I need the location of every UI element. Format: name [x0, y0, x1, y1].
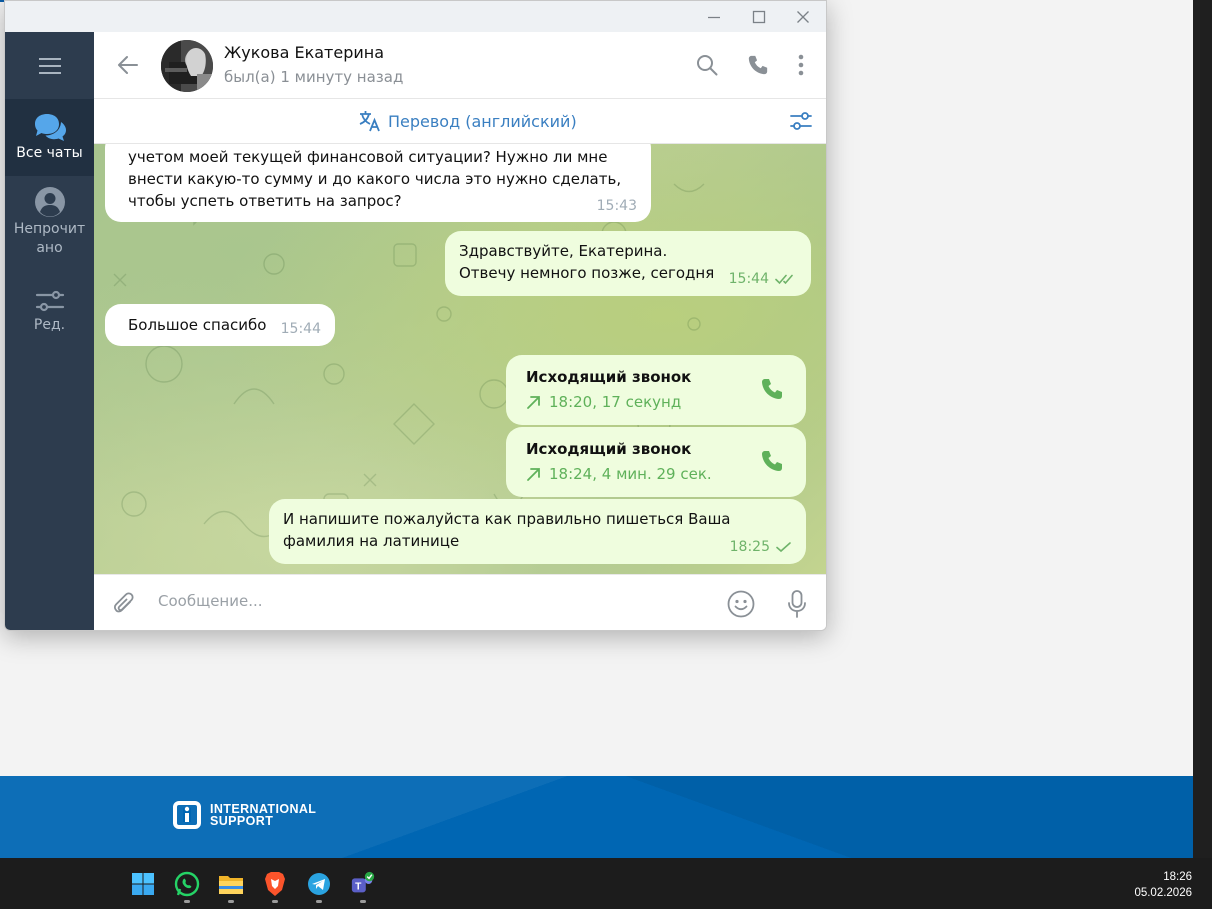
search-icon[interactable] [694, 52, 720, 78]
message-text: Здравствуйте, Екатерина. Отвечу немного … [459, 240, 759, 284]
telegram-running-indicator [316, 900, 322, 903]
international-support-logo[interactable]: INTERNATIONAL SUPPORT [172, 800, 316, 830]
teams-running-indicator [360, 900, 366, 903]
check-icon [776, 542, 791, 553]
teams-icon[interactable]: T [350, 871, 376, 897]
call-details: 18:24, 4 мин. 29 сек. [549, 465, 712, 483]
brave-browser-icon[interactable] [262, 871, 288, 897]
translate-button[interactable]: Перевод (английский) [358, 109, 577, 133]
telegram-icon[interactable] [306, 871, 332, 897]
chat-header: Жукова Екатерина был(а) 1 минуту назад [94, 32, 826, 99]
message-line: Отвечу немного позже, сегодня [459, 264, 715, 282]
microphone-icon[interactable] [783, 590, 811, 618]
message-text: Большое спасибо [128, 316, 267, 334]
telegram-window: Все чаты Непрочит ано Ред. Жукова Екатер… [4, 0, 827, 631]
logo-text: INTERNATIONAL SUPPORT [210, 803, 316, 828]
translate-label: Перевод (английский) [388, 111, 577, 131]
sidebar-item-edit[interactable]: Ред. [5, 288, 94, 348]
taskbar: T 18:26 05.02.2026 [0, 858, 1212, 909]
translation-bar: Перевод (английский) [94, 99, 826, 144]
minimize-icon[interactable] [697, 5, 731, 29]
call-back-phone-icon[interactable] [760, 449, 784, 479]
svg-text:T: T [355, 882, 362, 893]
call-title: Исходящий звонок [526, 368, 692, 386]
avatar[interactable] [161, 40, 213, 92]
message-list[interactable]: учетом моей текущей финансовой ситуации?… [94, 144, 826, 574]
file-explorer-icon[interactable] [218, 871, 244, 897]
contact-name[interactable]: Жукова Екатерина [224, 43, 384, 62]
explorer-running-indicator [228, 900, 234, 903]
hamburger-menu-icon[interactable] [5, 32, 94, 99]
user-circle-icon [34, 187, 65, 217]
sliders-icon [35, 290, 64, 312]
message-meta: 15:44 [729, 268, 797, 290]
message-outgoing[interactable]: Здравствуйте, Екатерина. Отвечу немного … [445, 231, 811, 296]
outgoing-arrow-icon [527, 468, 540, 481]
clock-time: 18:26 [1163, 871, 1192, 883]
message-outgoing[interactable]: И напишите пожалуйста как правильно пише… [269, 499, 806, 564]
message-line: фамилия на латинице [283, 532, 460, 550]
system-clock[interactable]: 18:26 05.02.2026 [1134, 869, 1192, 901]
message-line: Здравствуйте, Екатерина. [459, 242, 668, 260]
message-incoming[interactable]: Большое спасибо 15:44 [105, 304, 335, 346]
logo-line-2: SUPPORT [210, 814, 274, 828]
chats-icon [34, 114, 66, 141]
message-text: И напишите пожалуйста как правильно пише… [283, 508, 783, 552]
message-text: учетом моей текущей финансовой ситуации?… [128, 146, 628, 212]
sidebar-item-unread[interactable]: Непрочит ано [5, 186, 94, 266]
folders-sidebar: Все чаты Непрочит ано Ред. [5, 32, 94, 630]
brave-running-indicator [272, 900, 278, 903]
call-back-phone-icon[interactable] [760, 377, 784, 407]
more-vertical-icon[interactable] [788, 52, 814, 78]
filter-settings-icon[interactable] [788, 108, 814, 134]
whatsapp-running-indicator [184, 900, 190, 903]
window-titlebar[interactable] [5, 1, 826, 32]
translate-icon [359, 111, 380, 132]
message-time: 18:25 [729, 539, 770, 555]
message-line: чтобы успеть ответить на запрос? [128, 192, 402, 210]
message-line: И напишите пожалуйста как правильно пише… [283, 510, 731, 528]
emoji-icon[interactable] [727, 590, 755, 618]
sidebar-item-label-line-1: Непрочит [13, 221, 86, 237]
message-line: учетом моей текущей финансовой ситуации?… [128, 148, 608, 166]
message-time: 15:44 [728, 271, 769, 287]
close-icon[interactable] [786, 5, 820, 29]
message-incoming[interactable]: учетом моей текущей финансовой ситуации?… [105, 144, 651, 222]
message-time: 15:44 [280, 321, 321, 337]
sidebar-item-label: Все чаты [16, 145, 83, 161]
call-details: 18:20, 17 секунд [549, 393, 682, 411]
call-info: 18:24, 4 мин. 29 сек. [526, 463, 712, 485]
contact-status: был(а) 1 минуту назад [224, 68, 404, 86]
message-line: внести какую-то сумму и до какого числа … [128, 170, 622, 188]
windows-start-icon[interactable] [130, 871, 156, 897]
message-composer [94, 574, 826, 630]
clock-date: 05.02.2026 [1134, 887, 1192, 899]
background-page-footer: INTERNATIONAL SUPPORT [0, 776, 1193, 858]
message-time: 15:43 [596, 198, 637, 214]
international-support-logo-icon [173, 801, 201, 829]
paperclip-icon[interactable] [110, 590, 138, 618]
double-check-icon [775, 274, 793, 285]
message-input[interactable] [158, 592, 698, 610]
background-page-scroll-edge [1193, 0, 1212, 858]
phone-icon[interactable] [745, 52, 771, 78]
arrow-left-icon[interactable] [115, 52, 141, 78]
maximize-icon[interactable] [742, 5, 776, 29]
message-meta: 18:25 [730, 536, 792, 558]
sidebar-item-all-chats[interactable]: Все чаты [5, 99, 94, 176]
call-message[interactable]: Исходящий звонок 18:24, 4 мин. 29 сек. [506, 427, 806, 497]
call-title: Исходящий звонок [526, 440, 692, 458]
sidebar-item-label-line-2: ано [36, 240, 63, 256]
outgoing-arrow-icon [527, 396, 540, 409]
call-info: 18:20, 17 секунд [526, 391, 681, 413]
whatsapp-icon[interactable] [174, 871, 200, 897]
call-message[interactable]: Исходящий звонок 18:20, 17 секунд [506, 355, 806, 425]
sidebar-item-label: Ред. [33, 317, 66, 333]
